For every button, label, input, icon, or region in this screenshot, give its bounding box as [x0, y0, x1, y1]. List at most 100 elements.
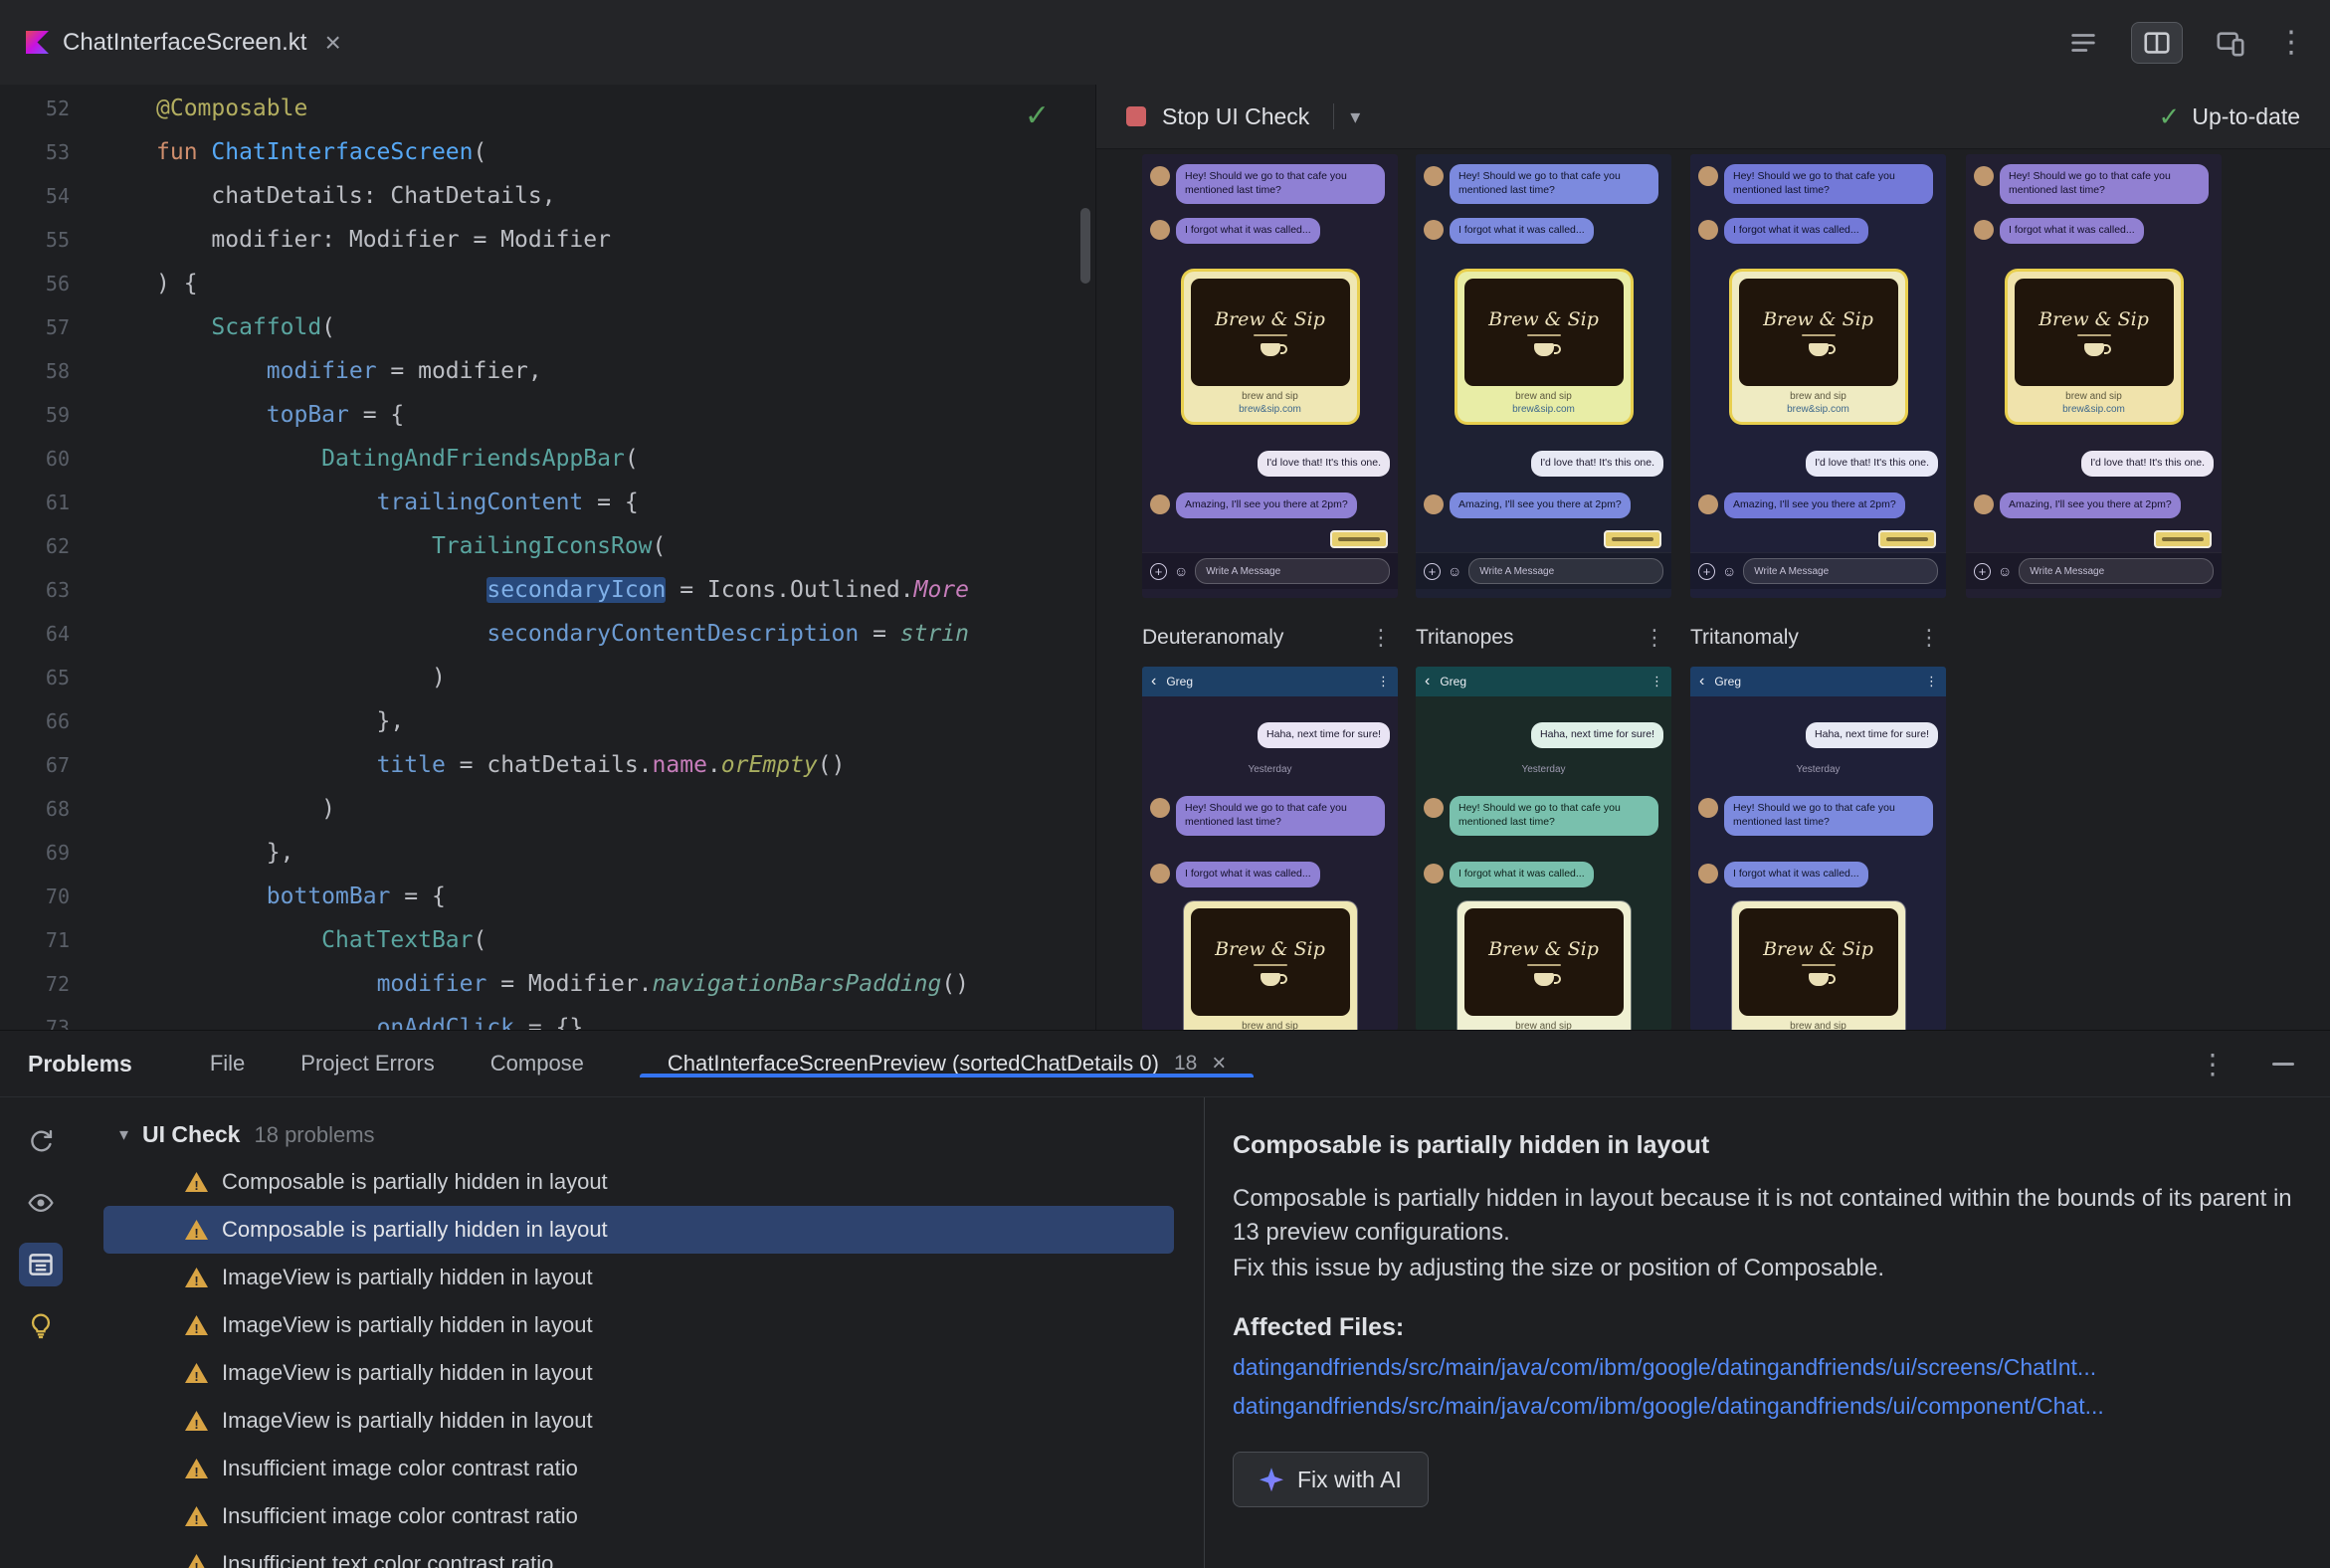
- split-editor-mode-icon[interactable]: [2131, 21, 2183, 64]
- line-number[interactable]: 57: [0, 315, 78, 339]
- line-number[interactable]: 71: [0, 928, 78, 952]
- line-number[interactable]: 52: [0, 97, 78, 120]
- panel-tab[interactable]: Project Errors: [300, 1051, 434, 1076]
- code-line[interactable]: 52 @Composable: [0, 87, 1095, 130]
- code-line[interactable]: 70 bottomBar = {: [0, 875, 1095, 918]
- line-number[interactable]: 72: [0, 972, 78, 996]
- panel-tab[interactable]: ChatInterfaceScreenPreview (sortedChatDe…: [639, 1050, 1255, 1078]
- phone-preview[interactable]: ‹ Greg ⋮ Haha, next time for sure! Yesterday…: [1142, 667, 1398, 1030]
- line-number[interactable]: 62: [0, 534, 78, 558]
- phone-preview[interactable]: Hey! Should we go to that cafe you menti…: [1416, 154, 1671, 598]
- card-link[interactable]: brew&sip.com: [1739, 404, 1898, 415]
- code-line[interactable]: 55 modifier: Modifier = Modifier: [0, 218, 1095, 262]
- problem-item[interactable]: Insufficient image color contrast ratio: [103, 1492, 1174, 1540]
- chat-options-icon[interactable]: ⋮: [1650, 674, 1663, 689]
- affected-file-link[interactable]: datingandfriends/src/main/java/com/ibm/g…: [1233, 1393, 2300, 1420]
- editor-tab[interactable]: ChatInterfaceScreen.kt ×: [0, 0, 365, 85]
- code-line[interactable]: 61 trailingContent = {: [0, 481, 1095, 524]
- phone-preview[interactable]: Hey! Should we go to that cafe you menti…: [1966, 154, 2222, 598]
- line-number[interactable]: 53: [0, 140, 78, 164]
- code-line[interactable]: 69 },: [0, 831, 1095, 875]
- emoji-icon[interactable]: ☺: [1174, 563, 1188, 579]
- phone-preview[interactable]: ‹ Greg ⋮ Haha, next time for sure! Yesterday…: [1690, 667, 1946, 1030]
- chat-options-icon[interactable]: ⋮: [1925, 674, 1938, 689]
- stop-ui-check-button[interactable]: Stop UI Check: [1162, 103, 1309, 130]
- emoji-icon[interactable]: ☺: [1448, 563, 1461, 579]
- code-line[interactable]: 59 topBar = {: [0, 393, 1095, 437]
- affected-file-link[interactable]: datingandfriends/src/main/java/com/ibm/g…: [1233, 1354, 2300, 1381]
- phone-preview[interactable]: ‹ Greg ⋮ Haha, next time for sure! Yesterday…: [1416, 667, 1671, 1030]
- code-line[interactable]: 58 modifier = modifier,: [0, 349, 1095, 393]
- panel-tab[interactable]: File: [210, 1051, 245, 1076]
- code-line[interactable]: 65 ): [0, 656, 1095, 699]
- panel-options-icon[interactable]: ⋮: [2199, 1048, 2227, 1080]
- variant-options-icon[interactable]: ⋮: [1370, 625, 1398, 651]
- code-line[interactable]: 68 ): [0, 787, 1095, 831]
- phone-preview[interactable]: Hey! Should we go to that cafe you menti…: [1142, 154, 1398, 598]
- problem-item[interactable]: ImageView is partially hidden in layout: [103, 1349, 1174, 1397]
- lightbulb-icon[interactable]: [19, 1304, 63, 1348]
- add-icon[interactable]: +: [1150, 562, 1167, 580]
- back-icon[interactable]: ‹: [1425, 673, 1430, 690]
- code-line[interactable]: 66 },: [0, 699, 1095, 743]
- line-number[interactable]: 54: [0, 184, 78, 208]
- code-line[interactable]: 64 secondaryContentDescription = strin: [0, 612, 1095, 656]
- problems-panel-title[interactable]: Problems: [28, 1051, 132, 1078]
- line-number[interactable]: 70: [0, 884, 78, 908]
- problem-item[interactable]: ImageView is partially hidden in layout: [103, 1301, 1174, 1349]
- line-number[interactable]: 60: [0, 447, 78, 471]
- chevron-down-icon[interactable]: ▾: [1350, 104, 1360, 129]
- details-view-icon[interactable]: [19, 1243, 63, 1286]
- line-number[interactable]: 64: [0, 622, 78, 646]
- message-input[interactable]: Write A Message: [1743, 558, 1938, 584]
- emoji-icon[interactable]: ☺: [1998, 563, 2012, 579]
- refresh-icon[interactable]: [19, 1119, 63, 1163]
- code-line[interactable]: 72 modifier = Modifier.navigationBarsPad…: [0, 962, 1095, 1006]
- back-icon[interactable]: ‹: [1699, 673, 1704, 690]
- code-line[interactable]: 71 ChatTextBar(: [0, 918, 1095, 962]
- close-tab-icon[interactable]: ×: [1212, 1050, 1226, 1078]
- device-preview-icon[interactable]: [2211, 23, 2250, 63]
- chevron-down-icon[interactable]: ▾: [119, 1124, 128, 1145]
- code-line[interactable]: 67 title = chatDetails.name.orEmpty(): [0, 743, 1095, 787]
- panel-tab[interactable]: Compose: [490, 1051, 584, 1076]
- add-icon[interactable]: +: [1698, 562, 1715, 580]
- problem-item[interactable]: ImageView is partially hidden in layout: [103, 1397, 1174, 1445]
- line-number[interactable]: 73: [0, 1016, 78, 1030]
- code-line[interactable]: 73 onAddClick = {}: [0, 1006, 1095, 1030]
- variant-options-icon[interactable]: ⋮: [1644, 625, 1671, 651]
- add-icon[interactable]: +: [1974, 562, 1991, 580]
- message-input[interactable]: Write A Message: [2019, 558, 2214, 584]
- back-icon[interactable]: ‹: [1151, 673, 1156, 690]
- minimize-panel-icon[interactable]: [2272, 1062, 2294, 1066]
- code-line[interactable]: 63 secondaryIcon = Icons.Outlined.More: [0, 568, 1095, 612]
- phone-preview[interactable]: Hey! Should we go to that cafe you menti…: [1690, 154, 1946, 598]
- line-number[interactable]: 69: [0, 841, 78, 865]
- line-number[interactable]: 66: [0, 709, 78, 733]
- line-number[interactable]: 63: [0, 578, 78, 602]
- problem-item[interactable]: Composable is partially hidden in layout: [103, 1158, 1174, 1206]
- line-number[interactable]: 59: [0, 403, 78, 427]
- code-line[interactable]: 57 Scaffold(: [0, 305, 1095, 349]
- eye-icon[interactable]: [19, 1181, 63, 1225]
- card-link[interactable]: brew&sip.com: [2015, 404, 2174, 415]
- add-icon[interactable]: +: [1424, 562, 1441, 580]
- close-tab-icon[interactable]: ×: [324, 27, 340, 59]
- structure-view-icon[interactable]: [2063, 23, 2103, 63]
- emoji-icon[interactable]: ☺: [1722, 563, 1736, 579]
- line-number[interactable]: 61: [0, 490, 78, 514]
- code-line[interactable]: 60 DatingAndFriendsAppBar(: [0, 437, 1095, 481]
- problem-item[interactable]: Composable is partially hidden in layout: [103, 1206, 1174, 1254]
- chat-options-icon[interactable]: ⋮: [1377, 674, 1390, 689]
- code-line[interactable]: 56) {: [0, 262, 1095, 305]
- message-input[interactable]: Write A Message: [1195, 558, 1390, 584]
- code-line[interactable]: 54 chatDetails: ChatDetails,: [0, 174, 1095, 218]
- code-line[interactable]: 53 fun ChatInterfaceScreen(: [0, 130, 1095, 174]
- code-line[interactable]: 62 TrailingIconsRow(: [0, 524, 1095, 568]
- code-editor[interactable]: 52 @Composable 53 fun ChatInterfaceScreen(5…: [0, 85, 1095, 1030]
- inspection-ok-icon[interactable]: ✓: [1025, 98, 1050, 133]
- editor-more-icon[interactable]: ⋮: [2276, 23, 2306, 63]
- line-number[interactable]: 65: [0, 666, 78, 689]
- line-number[interactable]: 56: [0, 272, 78, 295]
- fix-with-ai-button[interactable]: Fix with AI: [1233, 1452, 1429, 1508]
